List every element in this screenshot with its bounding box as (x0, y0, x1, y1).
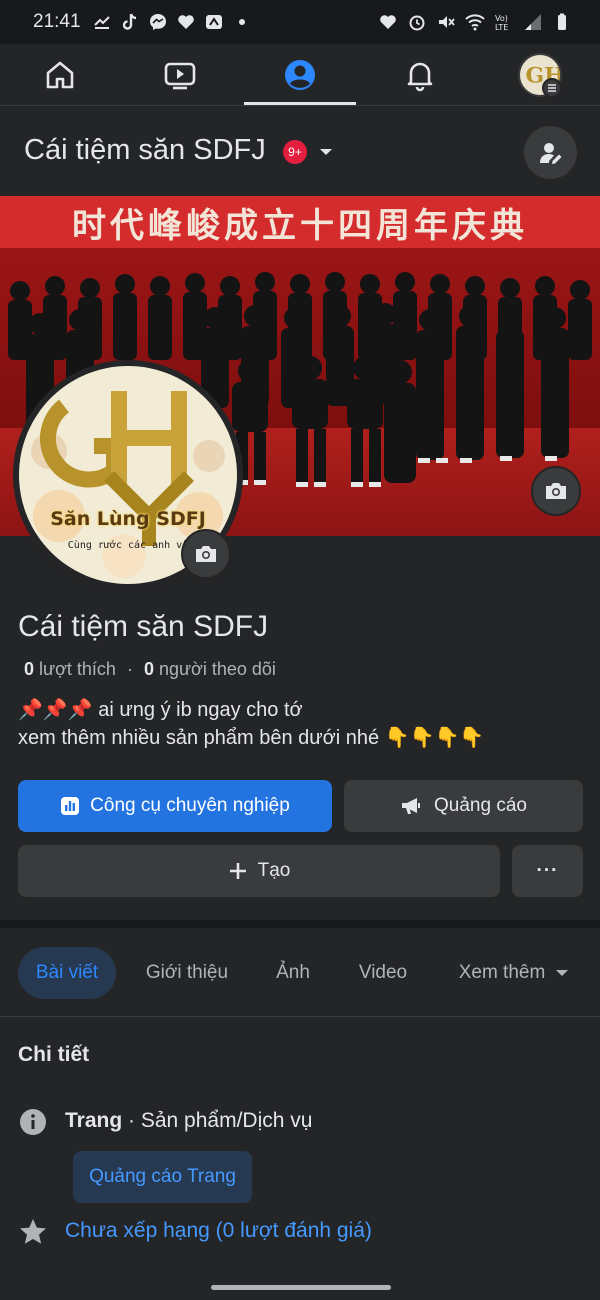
battery-icon (552, 12, 572, 32)
section-divider (0, 920, 600, 928)
rating-link[interactable]: Chưa xếp hạng (0 lượt đánh giá) (65, 1219, 372, 1243)
status-time: 21:41 (33, 11, 81, 32)
heart-icon (378, 12, 398, 32)
megaphone-icon (402, 798, 421, 814)
likes-count[interactable]: 0 (24, 659, 34, 679)
notification-badge: 9+ (283, 140, 307, 164)
profile-icon (285, 60, 315, 90)
promote-page-button[interactable]: Quảng cáo Trang (73, 1151, 252, 1203)
create-label: Tạo (257, 860, 291, 881)
menu-badge (542, 78, 562, 98)
page-title[interactable]: Cái tiệm săn SDFJ (24, 134, 266, 167)
active-tab-indicator (244, 102, 356, 105)
menu-lines-icon (548, 84, 556, 92)
edit-cover-button[interactable] (531, 466, 581, 516)
tab-videos-label: Video (358, 962, 408, 983)
bell-icon (407, 62, 433, 92)
status-system-icons: Vo) LTE (378, 12, 572, 32)
likes-label[interactable]: lượt thích (39, 659, 116, 679)
signal-icon (523, 12, 543, 32)
tab-photos[interactable]: Ảnh (262, 947, 324, 999)
top-navigation: GH (0, 44, 600, 106)
followers-label[interactable]: người theo dõi (159, 659, 276, 679)
page-category: Trang · Sản phẩm/Dịch vụ (65, 1109, 312, 1133)
home-indicator[interactable] (211, 1285, 391, 1290)
tab-posts-label: Bài viết (35, 962, 99, 983)
status-bar: 21:41 Vo) LTE (0, 0, 600, 44)
bio-line: xem thêm nhiều sản phẩm bên dưới nhé 👇👇👇… (18, 727, 485, 749)
promote-page-label: Quảng cáo Trang (89, 1166, 236, 1187)
chevron-down-icon[interactable] (318, 145, 334, 159)
video-tab[interactable] (150, 44, 210, 106)
missed-call-icon (92, 12, 112, 32)
home-tab[interactable] (30, 44, 90, 106)
details-heading: Chi tiết (18, 1043, 90, 1066)
page-name: Cái tiệm săn SDFJ (18, 610, 269, 643)
tab-more-label: Xem thêm (458, 962, 546, 983)
camera-icon (546, 483, 566, 499)
plus-icon (229, 863, 246, 879)
professional-tools-label: Công cụ chuyên nghiệp (90, 795, 290, 816)
ads-label: Quảng cáo (434, 795, 527, 816)
ads-button[interactable]: Quảng cáo (344, 780, 583, 832)
tab-about-label: Giới thiệu (145, 962, 229, 983)
video-icon (164, 62, 196, 90)
wifi-icon (465, 12, 485, 32)
chevron-down-icon (556, 970, 569, 976)
notifications-tab[interactable] (390, 44, 450, 106)
page-bio: 📌📌📌 ai ưng ý ib ngay cho tớ xem thêm nhi… (18, 696, 484, 752)
info-icon (20, 1109, 46, 1135)
user-edit-icon (539, 142, 561, 164)
tab-more[interactable]: Xem thêm (446, 947, 582, 999)
switch-profile-button[interactable] (524, 126, 577, 179)
camera-icon (196, 546, 216, 562)
stats-separator: · (126, 659, 133, 679)
home-icon (46, 61, 74, 89)
professional-tools-button[interactable]: Công cụ chuyên nghiệp (18, 780, 332, 832)
svg-text:LTE: LTE (495, 23, 508, 32)
bio-line: 📌📌📌 ai ưng ý ib ngay cho tớ (18, 699, 303, 721)
star-icon (20, 1219, 46, 1244)
more-options-icon: ··· (536, 860, 559, 881)
tiktok-icon (120, 12, 140, 32)
tab-photos-label: Ảnh (276, 962, 310, 983)
alarm-icon (407, 12, 427, 32)
more-options-button[interactable]: ··· (512, 845, 583, 897)
tab-videos[interactable]: Video (344, 947, 422, 999)
svg-text:Vo): Vo) (495, 14, 508, 23)
page-stats: 0 lượt thích · 0 người theo dõi (24, 659, 276, 680)
edit-profile-picture-button[interactable] (181, 529, 231, 579)
page-type: Trang (65, 1109, 123, 1132)
dashboard-icon (61, 797, 80, 815)
heart-icon (176, 12, 196, 32)
status-notification-icons (92, 12, 252, 32)
page-category-label: · Sản phẩm/Dịch vụ (122, 1109, 313, 1132)
mute-icon (436, 12, 456, 32)
profile-tab[interactable] (270, 44, 330, 106)
create-button[interactable]: Tạo (18, 845, 500, 897)
app-icon (204, 12, 224, 32)
tab-about[interactable]: Giới thiệu (134, 947, 240, 999)
tab-posts[interactable]: Bài viết (18, 947, 116, 999)
logo-title: Săn Lùng SDFJ (50, 508, 206, 530)
dot-icon (232, 12, 252, 32)
volte-icon: Vo) LTE (494, 12, 514, 32)
tabs-divider (0, 1016, 600, 1017)
messenger-icon (148, 12, 168, 32)
followers-count[interactable]: 0 (144, 659, 154, 679)
